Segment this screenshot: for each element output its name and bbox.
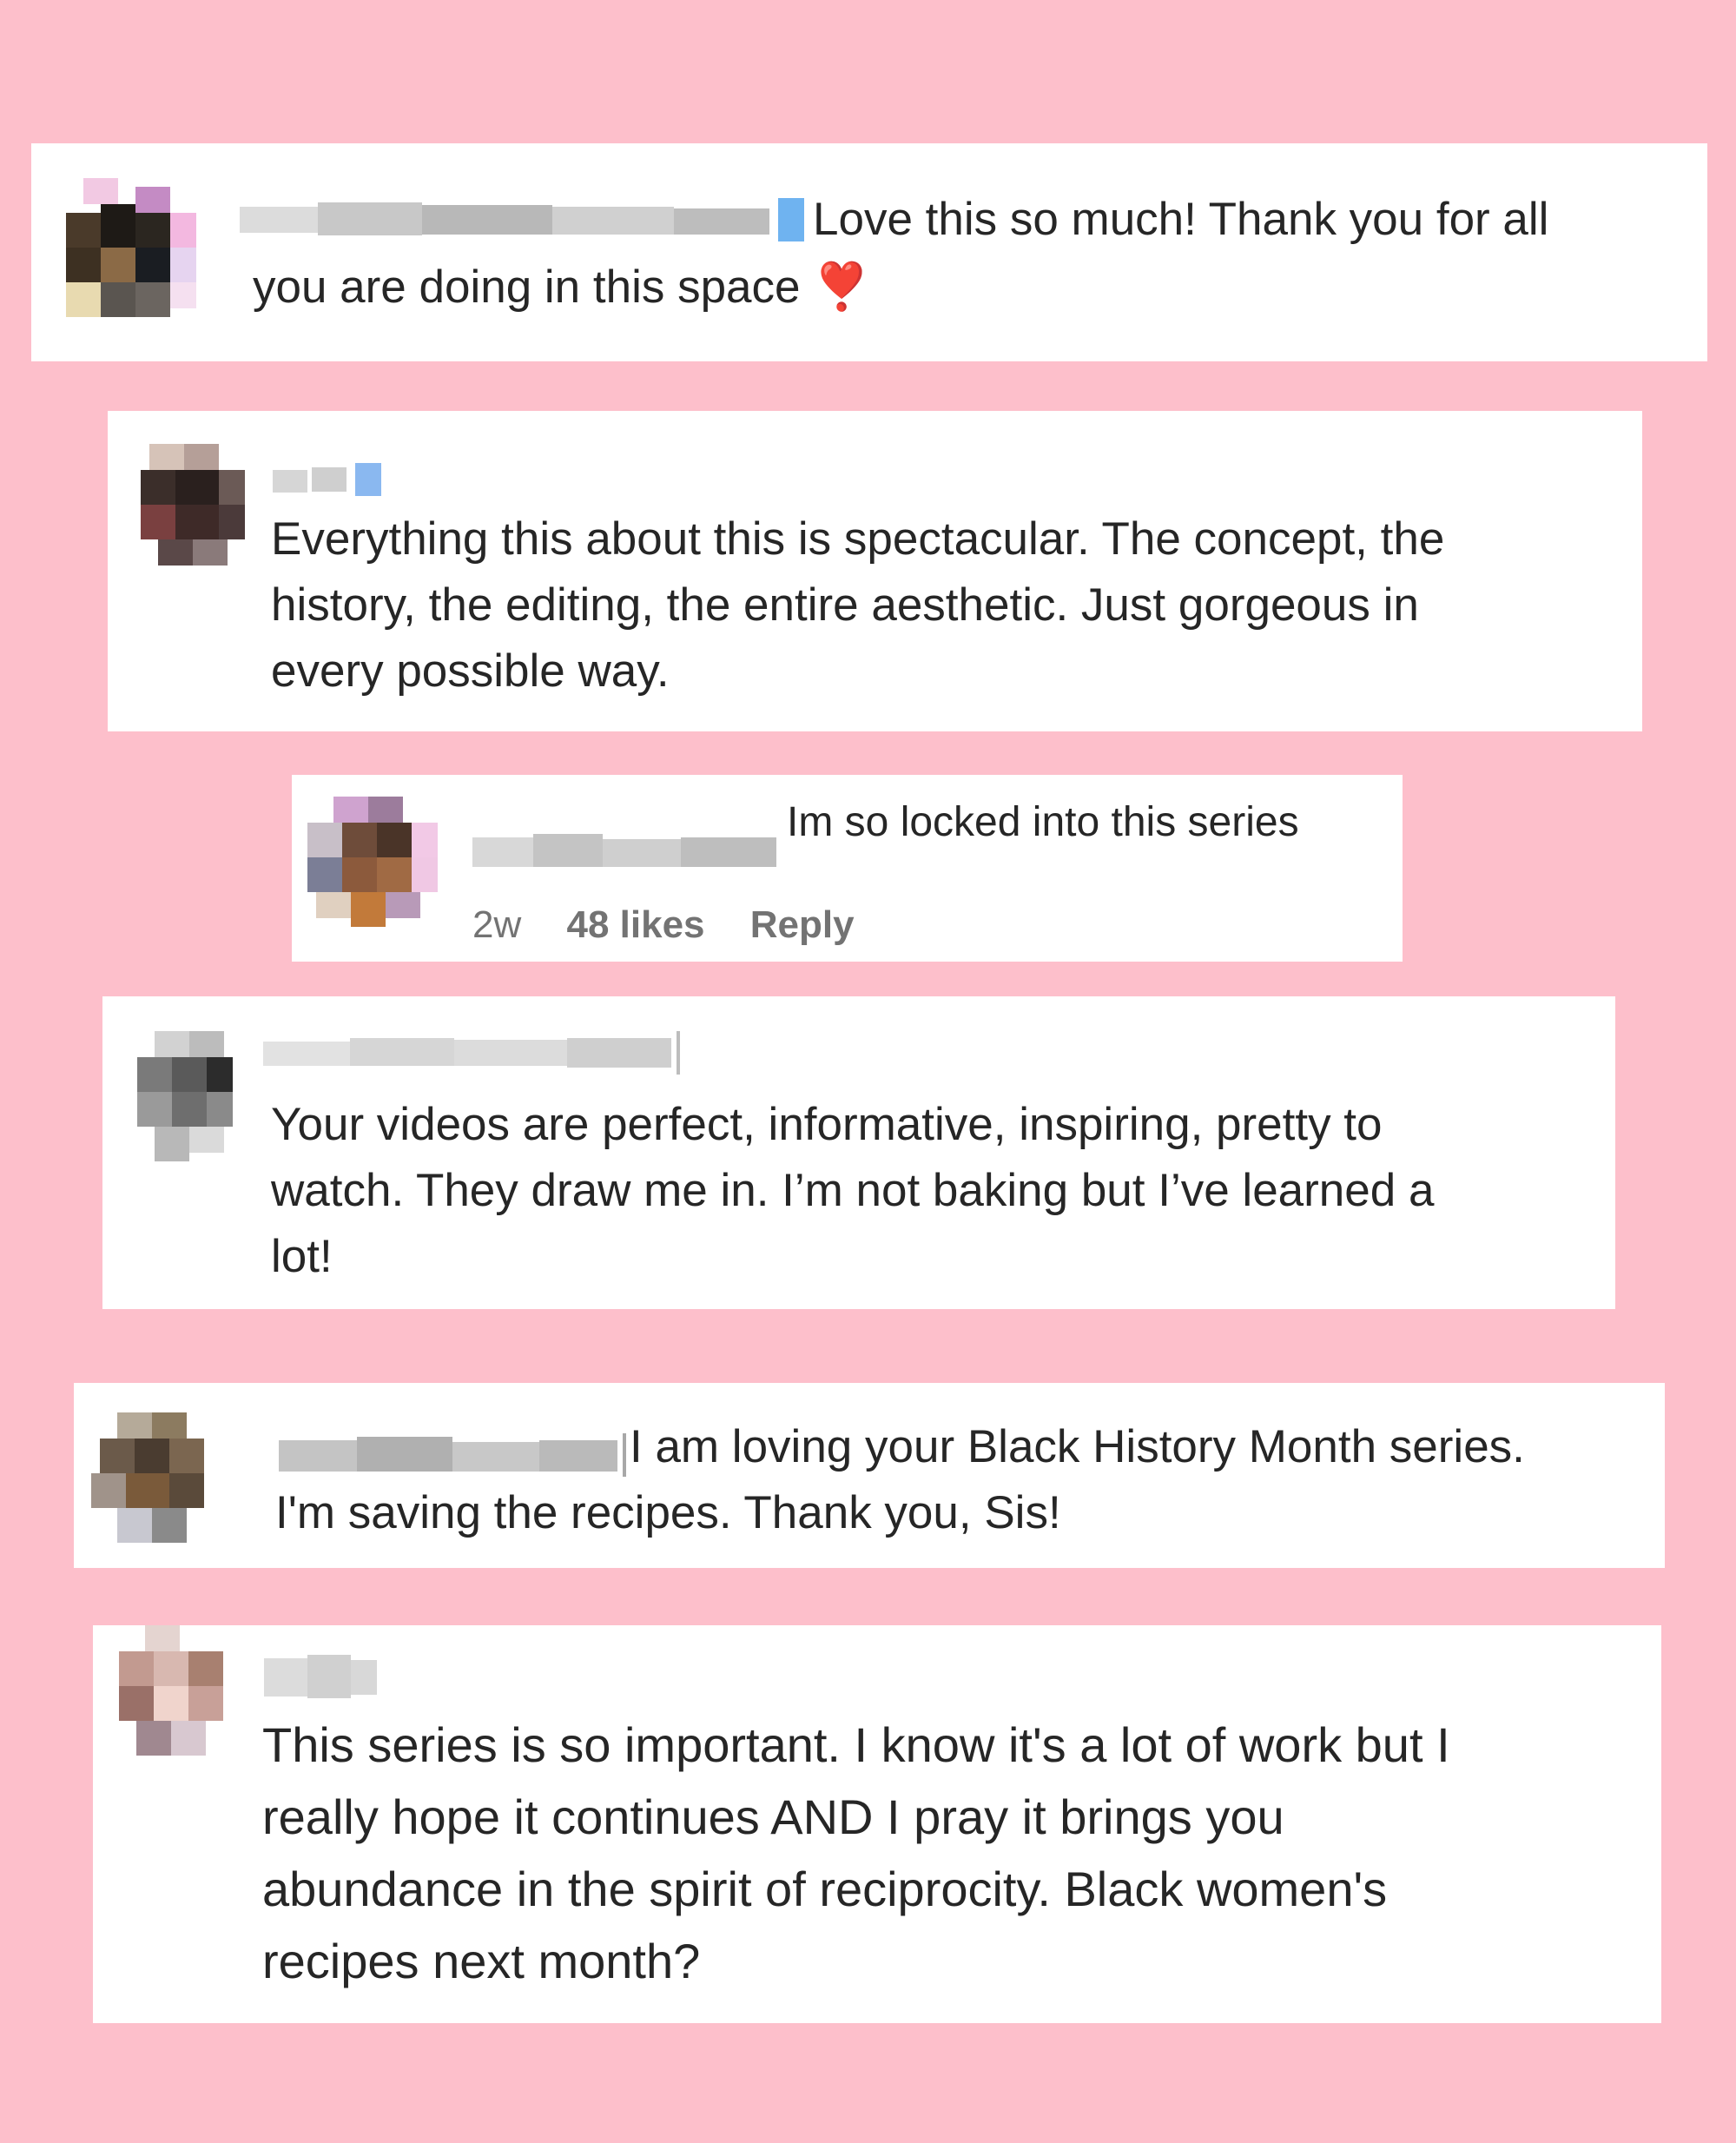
avatar[interactable]: [49, 178, 222, 352]
blurred-username[interactable]: [240, 198, 813, 241]
blurred-username[interactable]: [279, 1433, 635, 1477]
comment-text-line1: This series is so important. I know it's…: [262, 1717, 1450, 1772]
comment-text-line2: you are doing in this space ❣️: [253, 261, 871, 313]
comment-card-4: Your videos are perfect, informative, in…: [102, 996, 1615, 1309]
comment-card-5: I am loving your Black History Month ser…: [74, 1383, 1665, 1568]
comment-card-2: Everything this about this is spectacula…: [108, 411, 1642, 731]
blurred-username[interactable]: [263, 1031, 697, 1075]
comment-text-line1: Your videos are perfect, informative, in…: [271, 1099, 1383, 1150]
comment-timestamp: 2w: [472, 903, 522, 946]
comment-text-line2: history, the editing, the entire aesthet…: [271, 579, 1419, 631]
comment-text-line2: watch. They draw me in. I’m not baking b…: [271, 1165, 1435, 1216]
comment-card-3: Im so locked into this series 2w 48 like…: [292, 775, 1403, 962]
comment-text-line2: I'm saving the recipes. Thank you, Sis!: [275, 1487, 1061, 1538]
comment-text-line3: lot!: [271, 1231, 333, 1282]
blurred-username[interactable]: [472, 830, 785, 874]
comment-text-line3: every possible way.: [271, 645, 670, 697]
avatar[interactable]: [120, 1022, 259, 1179]
comment-card-1: Love this so much! Thank you for all you…: [31, 143, 1707, 361]
blurred-username[interactable]: [264, 1651, 386, 1703]
avatar[interactable]: [83, 1404, 230, 1560]
comment-text-line2: really hope it continues AND I pray it b…: [262, 1789, 1284, 1844]
comment-text-line4: recipes next month?: [262, 1934, 701, 1988]
heart-exclamation-icon: ❣️: [813, 261, 871, 313]
comment-text-line1: Love this so much! Thank you for all: [813, 194, 1549, 245]
reply-button[interactable]: Reply: [750, 903, 855, 946]
comment-meta: 2w 48 likes Reply: [472, 903, 855, 947]
avatar[interactable]: [123, 435, 262, 592]
blurred-username[interactable]: [273, 463, 394, 498]
comment-text-line3: abundance in the spirit of reciprocity. …: [262, 1862, 1388, 1916]
comment-card-6: This series is so important. I know it's…: [93, 1625, 1661, 2023]
avatar[interactable]: [102, 1625, 241, 1782]
like-count[interactable]: 48 likes: [566, 903, 704, 946]
comment-text-line1: I am loving your Black History Month ser…: [630, 1421, 1525, 1472]
comment-text: Im so locked into this series: [787, 799, 1299, 845]
comment-text-line1: Everything this about this is spectacula…: [271, 513, 1445, 565]
avatar[interactable]: [299, 788, 446, 936]
